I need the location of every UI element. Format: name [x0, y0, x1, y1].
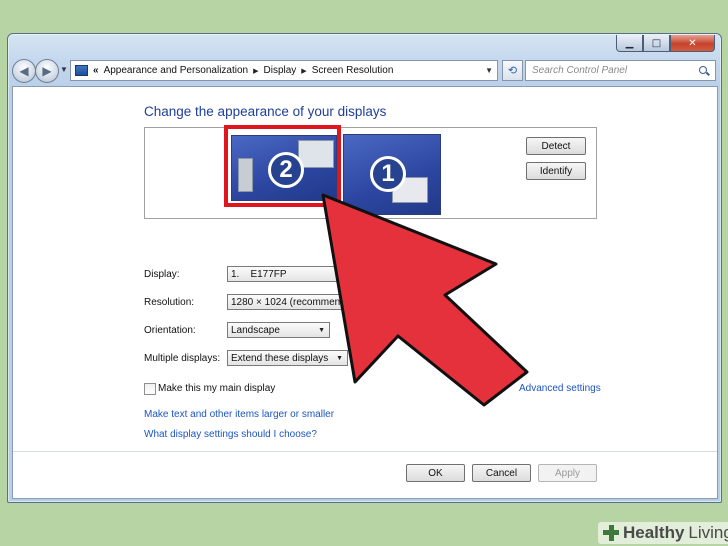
resolution-value: 1280 × 1024 (recommended) [231, 296, 356, 308]
monitor-1-number: 1 [370, 156, 406, 192]
healthy-living-watermark: Healthy Living [598, 522, 728, 544]
forward-button[interactable]: ▶ [35, 59, 59, 83]
address-bar[interactable]: « Appearance and Personalization ▶ Displ… [70, 60, 498, 81]
divider [13, 451, 717, 452]
multiple-displays-select[interactable]: Extend these displays ▼ [227, 350, 348, 366]
caption-buttons: ▁ □ ✕ [616, 35, 715, 52]
chevron-down-icon[interactable]: ▼ [485, 66, 493, 75]
breadcrumb-overflow[interactable]: « [93, 65, 99, 76]
health-cross-icon [602, 524, 620, 542]
cancel-button[interactable]: Cancel [472, 464, 531, 482]
orientation-label: Orientation: [144, 325, 196, 336]
display-settings-help-link[interactable]: What display settings should I choose? [144, 429, 317, 440]
search-icon[interactable] [697, 65, 711, 76]
chevron-right-icon[interactable]: ▶ [253, 67, 258, 75]
monitor-arrangement: 2 1 Detect Identify [144, 125, 597, 219]
text-size-link[interactable]: Make text and other items larger or smal… [144, 409, 334, 420]
maximize-button[interactable]: □ [643, 35, 670, 52]
forward-arrow-icon: ▶ [42, 64, 52, 78]
orientation-value: Landscape [231, 324, 280, 336]
main-display-label[interactable]: Make this my main display [158, 383, 275, 394]
recent-pages-dropdown[interactable]: ▼ [60, 65, 68, 74]
display-select[interactable]: 1. E177FP [227, 266, 347, 282]
refresh-icon: ⟲ [507, 64, 518, 77]
selected-monitor-highlight [224, 125, 341, 207]
chevron-right-icon[interactable]: ▶ [301, 67, 306, 75]
multiple-displays-value: Extend these displays [231, 352, 329, 364]
navigation-bar: ◀ ▶ ▼ « Appearance and Personalization ▶… [12, 58, 716, 84]
breadcrumb-display[interactable]: Display [264, 65, 297, 76]
search-box[interactable]: Search Control Panel [525, 60, 716, 81]
content-pane: Change the appearance of your displays 2… [12, 86, 718, 499]
multiple-displays-label: Multiple displays: [144, 353, 221, 364]
orientation-select[interactable]: Landscape ▼ [227, 322, 330, 338]
control-panel-window: ▁ □ ✕ ◀ ▶ ▼ « Appearance and Personaliza… [7, 33, 722, 503]
resolution-select[interactable]: 1280 × 1024 (recommended) [227, 294, 357, 310]
resolution-label: Resolution: [144, 297, 195, 308]
apply-button[interactable]: Apply [538, 464, 597, 482]
watermark-brand-bold: Healthy [623, 523, 685, 542]
watermark-brand-light: Living [688, 523, 728, 542]
refresh-button[interactable]: ⟲ [502, 60, 523, 81]
detect-button[interactable]: Detect [526, 137, 586, 155]
back-arrow-icon: ◀ [19, 64, 29, 78]
page-title: Change the appearance of your displays [144, 104, 387, 119]
chevron-down-icon: ▼ [318, 326, 325, 334]
display-value: 1. E177FP [231, 268, 287, 280]
main-display-checkbox[interactable] [144, 383, 156, 395]
search-input[interactable]: Search Control Panel [532, 65, 697, 76]
display-label: Display: [144, 269, 180, 280]
identify-button[interactable]: Identify [526, 162, 586, 180]
back-button[interactable]: ◀ [12, 59, 36, 83]
control-panel-icon [75, 65, 88, 76]
monitor-1[interactable]: 1 [343, 134, 441, 215]
ok-button[interactable]: OK [406, 464, 465, 482]
breadcrumb-appearance[interactable]: Appearance and Personalization [104, 65, 249, 76]
breadcrumb-screen-resolution[interactable]: Screen Resolution [312, 65, 394, 76]
chevron-down-icon: ▼ [336, 354, 343, 362]
minimize-button[interactable]: ▁ [616, 35, 643, 52]
close-button[interactable]: ✕ [670, 35, 715, 52]
advanced-settings-link[interactable]: Advanced settings [519, 383, 601, 394]
